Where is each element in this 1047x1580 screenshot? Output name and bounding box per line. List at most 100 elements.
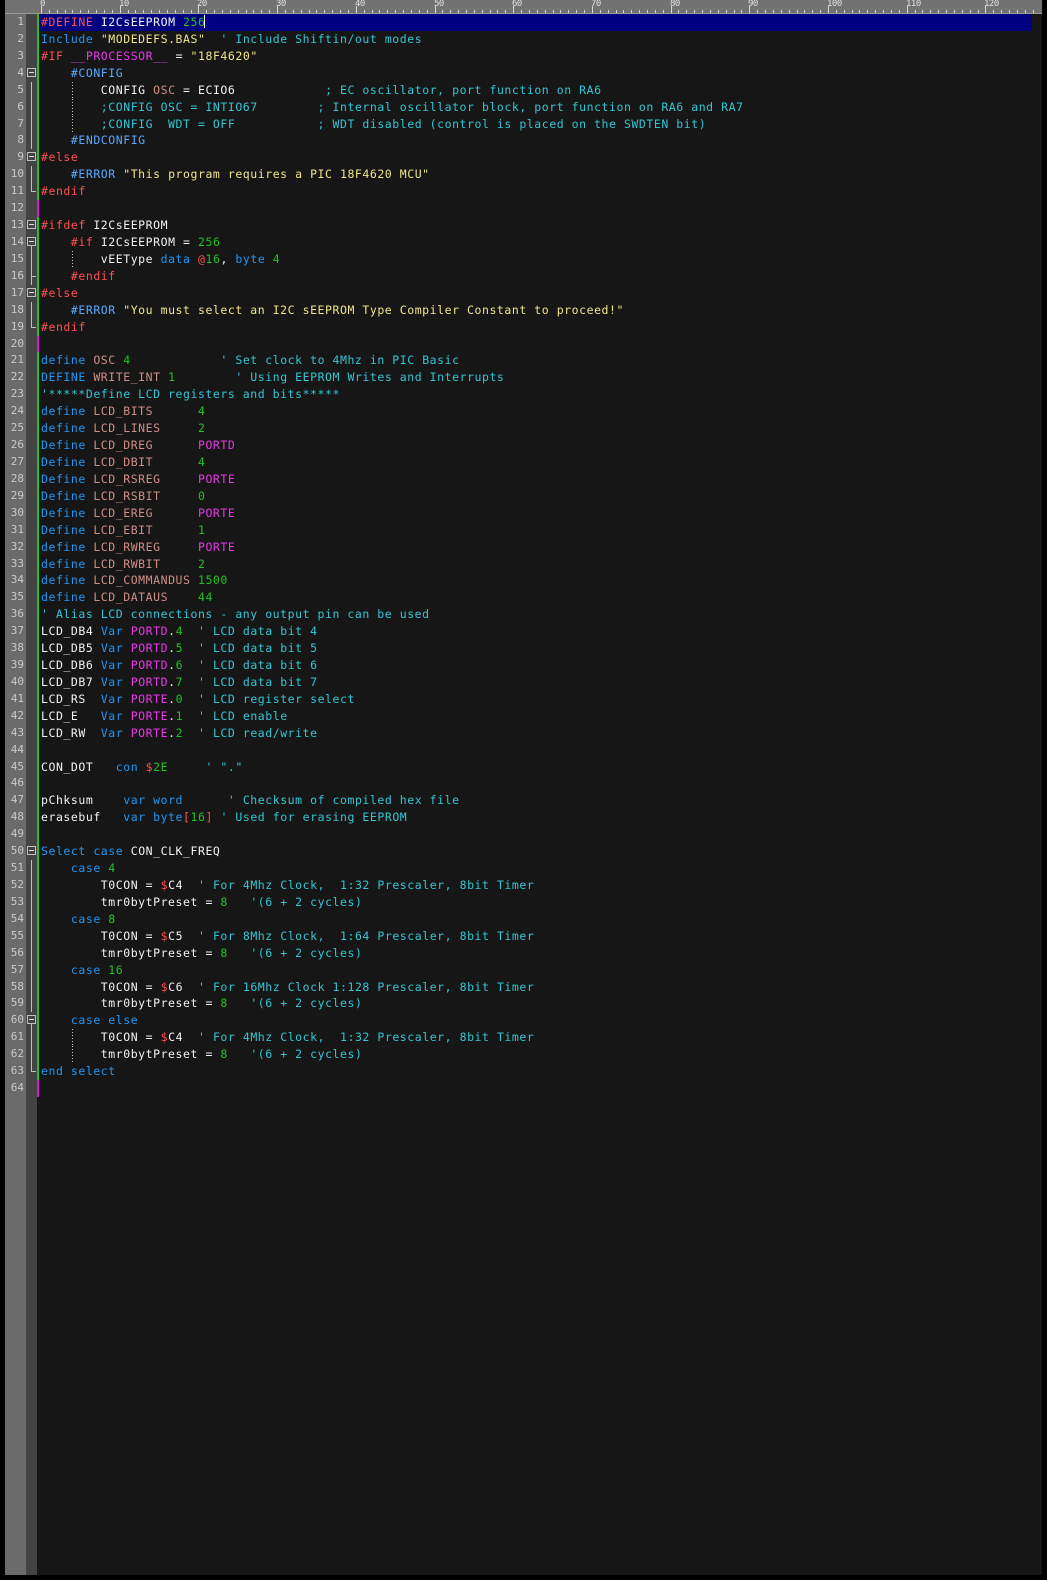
code-line[interactable]: 9#else — [0, 149, 1047, 166]
code-line-text[interactable]: #DEFINE I2CsEEPROM 256 — [41, 14, 205, 31]
code-line-text[interactable]: Define LCD_RSREG PORTE — [41, 471, 235, 488]
code-line-text[interactable]: end select — [41, 1063, 116, 1080]
code-line[interactable]: 59 tmr0bytPreset = 8 '(6 + 2 cycles) — [0, 995, 1047, 1012]
fold-marker-cell[interactable] — [26, 1012, 37, 1029]
code-line-text[interactable]: define LCD_RWBIT 2 — [41, 556, 205, 573]
code-line-text[interactable]: T0CON = $C4 ' For 4Mhz Clock, 1:32 Presc… — [41, 877, 534, 894]
code-line[interactable]: 50Select case CON_CLK_FREQ — [0, 843, 1047, 860]
code-line-text[interactable]: LCD_RW Var PORTE.2 ' LCD read/write — [41, 725, 318, 742]
code-line-text[interactable]: Select case CON_CLK_FREQ — [41, 843, 220, 860]
code-line[interactable]: 51 case 4 — [0, 860, 1047, 877]
code-line[interactable]: 53 tmr0bytPreset = 8 '(6 + 2 cycles) — [0, 894, 1047, 911]
code-line-text[interactable]: #endif — [41, 319, 86, 336]
code-line-text[interactable]: Define LCD_EREG PORTE — [41, 505, 235, 522]
code-line[interactable]: 39LCD_DB6 Var PORTD.6 ' LCD data bit 6 — [0, 657, 1047, 674]
code-line-text[interactable]: LCD_DB4 Var PORTD.4 ' LCD data bit 4 — [41, 623, 318, 640]
code-line-text[interactable]: Include "MODEDEFS.BAS" ' Include Shiftin… — [41, 31, 422, 48]
code-line-text[interactable]: LCD_DB7 Var PORTD.7 ' LCD data bit 7 — [41, 674, 318, 691]
code-line-text[interactable]: LCD_DB6 Var PORTD.6 ' LCD data bit 6 — [41, 657, 318, 674]
code-line[interactable]: 8 #ENDCONFIG — [0, 132, 1047, 149]
code-line-text[interactable]: #ERROR "This program requires a PIC 18F4… — [41, 166, 430, 183]
code-line-text[interactable]: ;CONFIG WDT = OFF ; WDT disabled (contro… — [41, 116, 706, 133]
code-line-text[interactable]: erasebuf var byte[16] ' Used for erasing… — [41, 809, 407, 826]
fold-collapse-icon[interactable] — [27, 152, 36, 161]
code-line[interactable]: 29Define LCD_RSBIT 0 — [0, 488, 1047, 505]
code-line[interactable]: 31Define LCD_EBIT 1 — [0, 522, 1047, 539]
code-line-text[interactable]: CONFIG OSC = ECIO6 ; EC oscillator, port… — [41, 82, 602, 99]
code-line-text[interactable]: #else — [41, 149, 78, 166]
code-line[interactable]: 30Define LCD_EREG PORTE — [0, 505, 1047, 522]
code-line-text[interactable]: vEEType data @16, byte 4 — [41, 251, 280, 268]
code-line-text[interactable]: tmr0bytPreset = 8 '(6 + 2 cycles) — [41, 945, 362, 962]
code-line[interactable]: 44 — [0, 742, 1047, 759]
code-line-text[interactable]: define LCD_BITS 4 — [41, 403, 205, 420]
code-line[interactable]: 1#DEFINE I2CsEEPROM 256 — [0, 14, 1047, 31]
code-line[interactable]: 40LCD_DB7 Var PORTD.7 ' LCD data bit 7 — [0, 674, 1047, 691]
fold-collapse-icon[interactable] — [27, 288, 36, 297]
code-line[interactable]: 24define LCD_BITS 4 — [0, 403, 1047, 420]
code-line[interactable]: 49 — [0, 826, 1047, 843]
code-line[interactable]: 4 #CONFIG — [0, 65, 1047, 82]
code-line-text[interactable]: Define LCD_DBIT 4 — [41, 454, 205, 471]
code-line[interactable]: 28Define LCD_RSREG PORTE — [0, 471, 1047, 488]
code-line-text[interactable]: define OSC 4 ' Set clock to 4Mhz in PIC … — [41, 352, 460, 369]
code-line[interactable]: 45CON_DOT con $2E ' "." — [0, 759, 1047, 776]
code-line[interactable]: 34define LCD_COMMANDUS 1500 — [0, 572, 1047, 589]
code-line[interactable]: 35define LCD_DATAUS 44 — [0, 589, 1047, 606]
fold-marker-cell[interactable] — [26, 234, 37, 251]
code-line[interactable]: 63end select — [0, 1063, 1047, 1080]
code-line-text[interactable]: Define LCD_DREG PORTD — [41, 437, 235, 454]
code-line-text[interactable]: define LCD_COMMANDUS 1500 — [41, 572, 228, 589]
code-line-text[interactable]: Define LCD_RSBIT 0 — [41, 488, 205, 505]
code-line-text[interactable]: CON_DOT con $2E ' "." — [41, 759, 243, 776]
code-line[interactable]: 5 CONFIG OSC = ECIO6 ; EC oscillator, po… — [0, 82, 1047, 99]
code-line-text[interactable]: #ERROR "You must select an I2C sEEPROM T… — [41, 302, 624, 319]
code-line-text[interactable]: T0CON = $C6 ' For 16Mhz Clock 1:128 Pres… — [41, 979, 534, 996]
code-line[interactable]: 12 — [0, 200, 1047, 217]
code-line-text[interactable]: #endif — [41, 268, 116, 285]
code-line-text[interactable]: LCD_E Var PORTE.1 ' LCD enable — [41, 708, 288, 725]
code-line[interactable]: 21define OSC 4 ' Set clock to 4Mhz in PI… — [0, 352, 1047, 369]
code-line-text[interactable]: #ENDCONFIG — [41, 132, 146, 149]
code-line[interactable]: 16 #endif — [0, 268, 1047, 285]
code-line-text[interactable]: #ifdef I2CsEEPROM — [41, 217, 168, 234]
code-line-text[interactable]: define LCD_LINES 2 — [41, 420, 205, 437]
code-line-text[interactable]: Define LCD_EBIT 1 — [41, 522, 205, 539]
code-line-text[interactable]: #if I2CsEEPROM = 256 — [41, 234, 220, 251]
code-line[interactable]: 42LCD_E Var PORTE.1 ' LCD enable — [0, 708, 1047, 725]
code-line[interactable]: 7 ;CONFIG WDT = OFF ; WDT disabled (cont… — [0, 116, 1047, 133]
code-line[interactable]: 19#endif — [0, 319, 1047, 336]
code-line[interactable]: 14 #if I2CsEEPROM = 256 — [0, 234, 1047, 251]
code-line[interactable]: 27Define LCD_DBIT 4 — [0, 454, 1047, 471]
code-line[interactable]: 61 T0CON = $C4 ' For 4Mhz Clock, 1:32 Pr… — [0, 1029, 1047, 1046]
code-line[interactable]: 11#endif — [0, 183, 1047, 200]
code-line-text[interactable]: T0CON = $C5 ' For 8Mhz Clock, 1:64 Presc… — [41, 928, 534, 945]
code-line-text[interactable]: #endif — [41, 183, 86, 200]
code-line[interactable]: 6 ;CONFIG OSC = INTIO67 ; Internal oscil… — [0, 99, 1047, 116]
code-line[interactable]: 52 T0CON = $C4 ' For 4Mhz Clock, 1:32 Pr… — [0, 877, 1047, 894]
code-line[interactable]: 41LCD_RS Var PORTE.0 ' LCD register sele… — [0, 691, 1047, 708]
code-text-area[interactable]: 1#DEFINE I2CsEEPROM 2562Include "MODEDEF… — [0, 14, 1047, 1084]
code-line[interactable]: 57 case 16 — [0, 962, 1047, 979]
code-line[interactable]: 38LCD_DB5 Var PORTD.5 ' LCD data bit 5 — [0, 640, 1047, 657]
code-line[interactable]: 43LCD_RW Var PORTE.2 ' LCD read/write — [0, 725, 1047, 742]
code-line-text[interactable]: LCD_DB5 Var PORTD.5 ' LCD data bit 5 — [41, 640, 318, 657]
code-line-text[interactable]: #CONFIG — [41, 65, 123, 82]
fold-collapse-icon[interactable] — [27, 68, 36, 77]
fold-marker-cell[interactable] — [26, 149, 37, 166]
code-line[interactable]: 20 — [0, 336, 1047, 353]
fold-marker-cell[interactable] — [26, 285, 37, 302]
code-line-text[interactable]: case else — [41, 1012, 138, 1029]
code-line-text[interactable]: pChksum var word ' Checksum of compiled … — [41, 792, 460, 809]
code-line[interactable]: 33define LCD_RWBIT 2 — [0, 556, 1047, 573]
code-line[interactable]: 56 tmr0bytPreset = 8 '(6 + 2 cycles) — [0, 945, 1047, 962]
code-line[interactable]: 54 case 8 — [0, 911, 1047, 928]
code-line[interactable]: 13#ifdef I2CsEEPROM — [0, 217, 1047, 234]
fold-marker-cell[interactable] — [26, 843, 37, 860]
code-line-text[interactable]: define LCD_DATAUS 44 — [41, 589, 213, 606]
code-line[interactable]: 55 T0CON = $C5 ' For 8Mhz Clock, 1:64 Pr… — [0, 928, 1047, 945]
code-line-text[interactable]: '*****Define LCD registers and bits***** — [41, 386, 340, 403]
code-line-text[interactable]: LCD_RS Var PORTE.0 ' LCD register select — [41, 691, 355, 708]
code-line[interactable]: 22DEFINE WRITE_INT 1 ' Using EEPROM Writ… — [0, 369, 1047, 386]
fold-marker-cell[interactable] — [26, 217, 37, 234]
